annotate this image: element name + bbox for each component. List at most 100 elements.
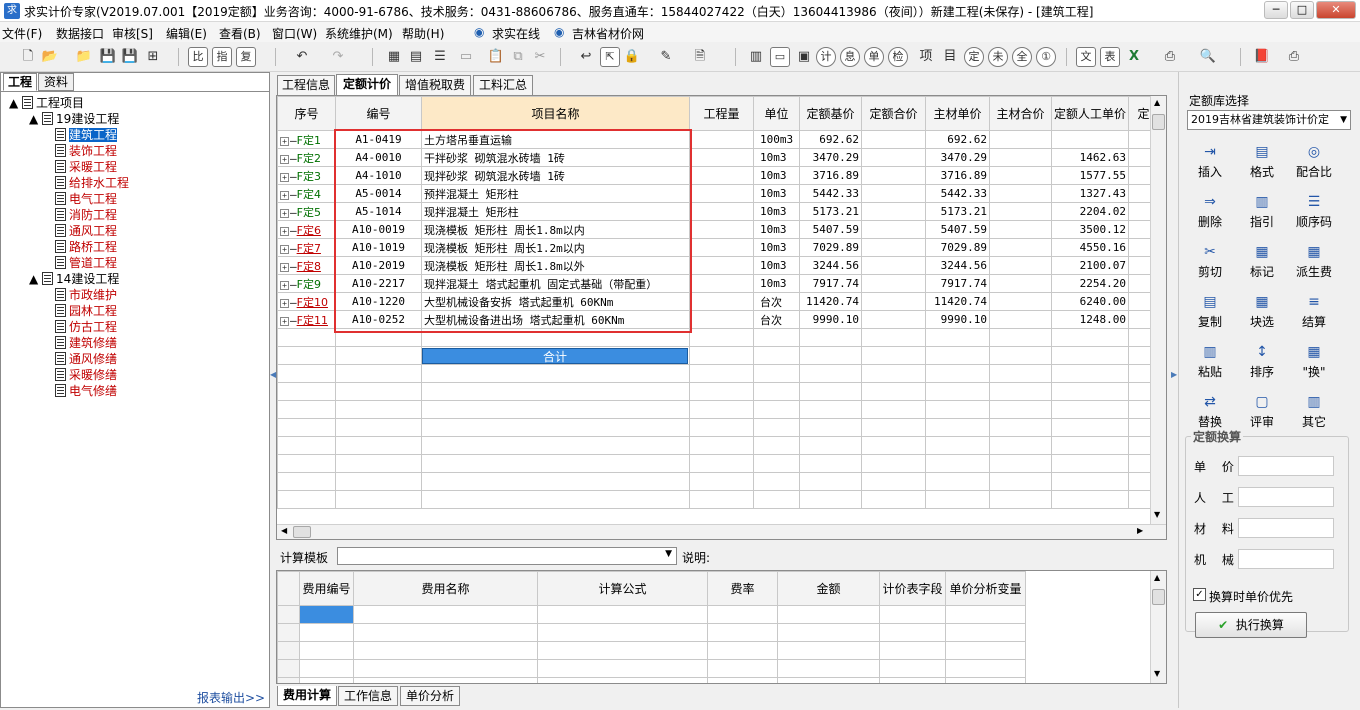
fee-cell[interactable] [707,605,778,624]
grid-cell[interactable] [421,382,690,401]
grid-cell[interactable]: 10m3 [753,166,800,185]
fee-cell[interactable] [277,677,300,683]
fee-cell[interactable] [945,659,1026,678]
grid-cell[interactable] [989,130,1052,149]
info-circle-icon[interactable]: 息 [840,47,860,67]
grid-cell[interactable] [989,328,1052,347]
new-file-icon[interactable]: 🗋 [18,47,38,67]
cursor-icon[interactable]: ⇱ [600,47,620,67]
tree-item[interactable]: 消防工程 [9,207,129,223]
grid-cell[interactable] [689,436,754,455]
grid-cell[interactable]: 10m3 [753,202,800,221]
pointer-button-icon[interactable]: 指 [212,47,232,67]
layout2-icon[interactable]: ▭ [770,47,790,67]
grid-cell[interactable] [753,328,800,347]
grid-cell[interactable] [861,220,926,239]
fee-cell[interactable] [879,659,946,678]
tree-item[interactable]: 装饰工程 [9,143,129,159]
fee-cell[interactable] [353,659,538,678]
grid-cell[interactable] [1050,400,1130,419]
tree-item[interactable]: 园林工程 [9,303,129,319]
fee-cell[interactable] [299,641,354,660]
column-header[interactable]: 项目名称 [421,96,690,131]
tab-project-info[interactable]: 工程信息 [277,75,335,95]
fee-row[interactable] [277,659,1026,678]
grid-cell[interactable]: + —F定5 [277,202,336,221]
tree-item[interactable]: 管道工程 [9,255,129,271]
report-output-link[interactable]: 报表输出>> [197,689,265,706]
grid-cell[interactable] [277,400,336,419]
grid-cell[interactable] [753,490,800,509]
fee-column-header[interactable]: 单价分析变量 [945,571,1026,606]
grid-cell[interactable]: 5442.33 [799,184,862,203]
fee-cell[interactable] [277,605,300,624]
table-text-icon[interactable]: 表 [1100,47,1120,67]
fee-cell[interactable] [537,659,708,678]
grid-cell[interactable]: + —F定8 [277,256,336,275]
grid-cell[interactable] [989,382,1052,401]
grid-cell[interactable]: + —F定9 [277,274,336,293]
grid-cell[interactable] [925,418,990,437]
grid-cell[interactable]: 3244.56 [799,256,862,275]
fee-column-header[interactable]: 费用编号 [299,571,354,606]
grid-cell[interactable] [689,220,754,239]
sum-row[interactable]: 合计 [422,348,688,364]
grid-cell[interactable] [861,202,926,221]
check-circle-icon[interactable]: 检 [888,47,908,67]
grid-cell[interactable]: 5442.33 [925,184,990,203]
grid-cell[interactable]: 3500.12 [1050,220,1130,239]
fee-row[interactable] [277,677,1026,683]
grid-cell[interactable]: + —F定11 [277,310,336,329]
scroll-down-icon[interactable]: ▼ [1154,669,1160,678]
tab-vat-fees[interactable]: 增值税取费 [399,75,471,95]
grid-cell[interactable]: 1327.43 [1050,184,1130,203]
clear-icon[interactable]: ① [1036,47,1056,67]
tree-item[interactable]: 采暖工程 [9,159,129,175]
grid-cell[interactable]: 2100.07 [1050,256,1130,275]
grid-cell[interactable] [861,364,926,383]
expand-icon[interactable]: + [280,208,289,218]
grid-cell[interactable]: 11420.74 [799,292,862,311]
book-icon[interactable]: 📕 [1252,47,1272,67]
grid-cell[interactable] [689,310,754,329]
printer-icon[interactable]: ⎙ [1284,47,1304,67]
tab-work-info[interactable]: 工作信息 [338,686,398,706]
grid-cell[interactable] [689,202,754,221]
export-icon[interactable]: ⊞ [143,47,163,67]
grid-cell[interactable] [689,148,754,167]
grid-cell[interactable] [1050,436,1130,455]
table-row[interactable] [277,418,1160,437]
fee-cell[interactable] [945,677,1026,683]
tool-button[interactable]: ≡ 结算 [1287,290,1341,336]
tool-button[interactable]: ▥ 其它 [1287,390,1341,436]
grid-cell[interactable] [799,472,862,491]
menu-help[interactable]: 帮助(H) [402,25,444,42]
grid-cell[interactable] [335,382,422,401]
calc-icon[interactable]: ▦ [384,47,404,67]
grid-cell[interactable]: 10m3 [753,274,800,293]
column-header[interactable]: 编号 [335,96,422,131]
grid-cell[interactable]: 5407.59 [799,220,862,239]
grid-cell[interactable] [421,400,690,419]
fee-cell[interactable] [353,623,538,642]
grid-cell[interactable] [689,166,754,185]
splitter-right-icon[interactable]: ▶ [1171,370,1177,379]
fee-column-header[interactable]: 费用名称 [353,571,538,606]
fee-cell[interactable] [299,605,354,624]
grid-cell[interactable]: 9990.10 [799,310,862,329]
grid-cell[interactable] [989,454,1052,473]
calc-template-select[interactable]: ▼ [337,547,677,565]
grid-cell[interactable] [753,472,800,491]
grid-cell[interactable] [989,238,1052,257]
minimize-button[interactable]: ─ [1264,1,1288,19]
tool-button[interactable]: ▦ 块选 [1235,290,1289,336]
tool-button[interactable]: ↕ 排序 [1235,340,1289,386]
table-row[interactable] [277,400,1160,419]
scroll-up-icon[interactable]: ▲ [1154,573,1160,582]
menu-audit[interactable]: 审核[S] [112,25,153,42]
expand-icon[interactable]: + [280,244,289,254]
fee-grid-scrollbar[interactable]: ▲ ▼ [1150,571,1166,683]
grid-cell[interactable] [861,382,926,401]
grid-cell[interactable] [989,202,1052,221]
fee-cell[interactable] [879,605,946,624]
